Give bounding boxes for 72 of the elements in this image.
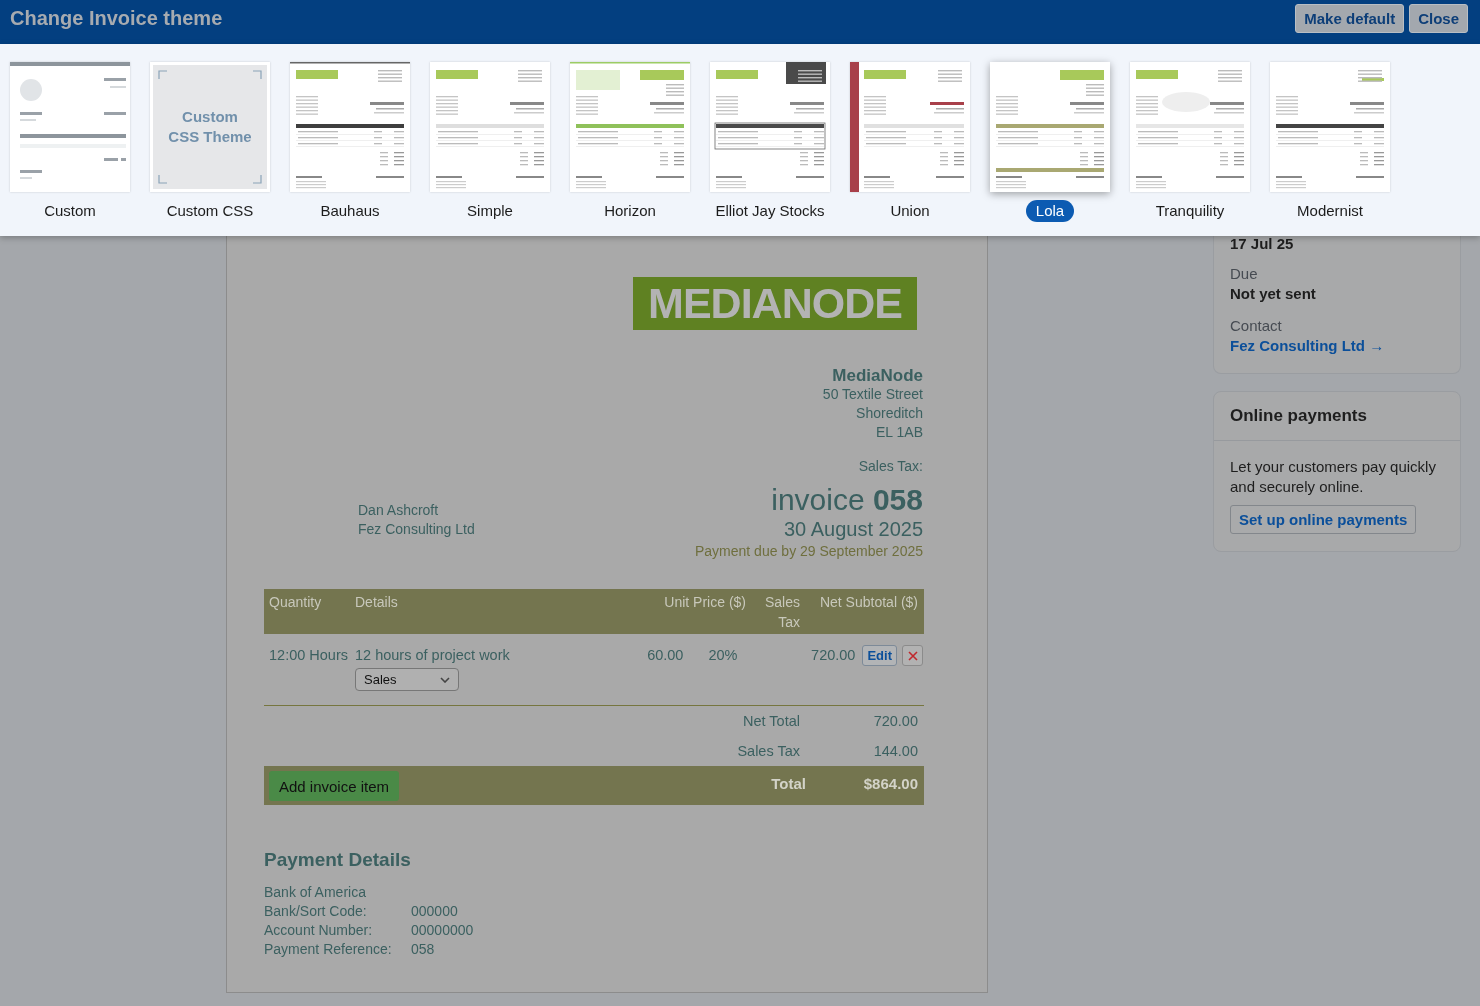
field-value: 000000 [411, 902, 458, 921]
client-line: Dan Ashcroft [358, 501, 439, 520]
header-button[interactable]: Close [1409, 4, 1468, 33]
client-line: Fez Consulting Ltd [358, 520, 475, 539]
theme-label: Union [889, 201, 931, 221]
table-cell: 20% [708, 647, 738, 663]
column-header: Sales Tax [764, 594, 800, 630]
total-label: Sales Tax [737, 743, 801, 759]
total-label: Net Total [743, 713, 801, 729]
theme-thumbnail[interactable] [990, 62, 1110, 192]
invoice-title: invoice 058 [771, 483, 923, 517]
address-line: 50 Textile Street [822, 385, 923, 404]
payment-due: Payment due by 29 September 2025 [694, 542, 923, 561]
card-text: Let your customers pay quickly and securely online. [1230, 457, 1437, 497]
cross-icon [907, 650, 918, 661]
issue-date: 17 Jul 25 [1230, 236, 1294, 252]
company-name: MediaNode [832, 366, 923, 385]
field-value: Not yet sent [1230, 284, 1316, 304]
contact-link[interactable]: Fez Consulting Ltd → [1230, 336, 1385, 356]
theme-label: Elliot Jay Stocks [714, 201, 826, 221]
total-value: 720.00 [872, 713, 919, 729]
theme-label: Horizon [603, 201, 657, 221]
theme-label: Tranquility [1154, 201, 1226, 221]
table-cell: 60.00 [647, 647, 684, 663]
column-header: Net Subtotal ($) [819, 594, 918, 610]
theme-thumbnail[interactable] [1270, 62, 1390, 192]
total-value: 144.00 [872, 743, 919, 759]
table-cell-text: 12 hours of project work [355, 646, 510, 665]
delete-button[interactable] [902, 645, 923, 666]
chevron-icon [440, 676, 450, 683]
theme-thumbnail[interactable] [1130, 62, 1250, 192]
category-select[interactable]: Sales [355, 668, 459, 691]
theme-label: Custom [43, 201, 97, 221]
theme-thumbnail[interactable] [10, 62, 130, 192]
column-header: Quantity [269, 594, 322, 610]
address-line: EL 1AB [876, 423, 923, 442]
edit-button[interactable]: Edit [862, 645, 897, 666]
invoice-date: 30 August 2025 [784, 517, 923, 541]
card-title: Online payments [1230, 406, 1367, 425]
field-value: 00000000 [411, 921, 474, 940]
column-header: Details [355, 594, 398, 610]
modal-title: Change Invoice theme [10, 6, 223, 30]
field-label: Bank/Sort Code: [264, 902, 368, 921]
theme-thumbnail[interactable]: Custom CSS Theme [150, 62, 270, 192]
table-cell: 12:00 Hours [269, 647, 348, 663]
theme-thumbnail[interactable] [850, 62, 970, 192]
grand-total-value: $864.00 [862, 774, 918, 794]
header-button[interactable]: Make default [1295, 4, 1405, 33]
field-label: Payment Reference: [264, 940, 393, 959]
theme-thumbnail[interactable] [290, 62, 410, 192]
theme-label: Simple [466, 201, 514, 221]
theme-label: Bauhaus [319, 201, 381, 221]
company-logo: MEDIANODE [633, 277, 917, 330]
theme-label: Custom CSS [165, 201, 255, 221]
bank-name: Bank of America [264, 883, 366, 902]
grand-total-label: Total [771, 774, 806, 794]
add-item-button[interactable]: Add invoice item [269, 771, 400, 801]
sales-tax-label: Sales Tax: [858, 457, 923, 476]
theme-thumbnail[interactable] [430, 62, 550, 192]
table-cell: 720.00 [811, 647, 856, 663]
field-label: Due [1230, 264, 1258, 284]
field-label: Account Number: [264, 921, 374, 940]
address-line: Shoreditch [856, 404, 923, 423]
theme-label: Lola [1025, 200, 1075, 222]
field-value: 058 [411, 940, 435, 959]
setup-payments-button[interactable]: Set up online payments [1230, 505, 1417, 534]
theme-thumbnail[interactable] [570, 62, 690, 192]
field-label: Contact [1230, 316, 1282, 336]
theme-label: Modernist [1296, 201, 1364, 221]
section-heading: Payment Details [264, 848, 411, 872]
theme-thumbnail[interactable] [710, 62, 830, 192]
column-header: Unit Price ($) [664, 594, 746, 610]
